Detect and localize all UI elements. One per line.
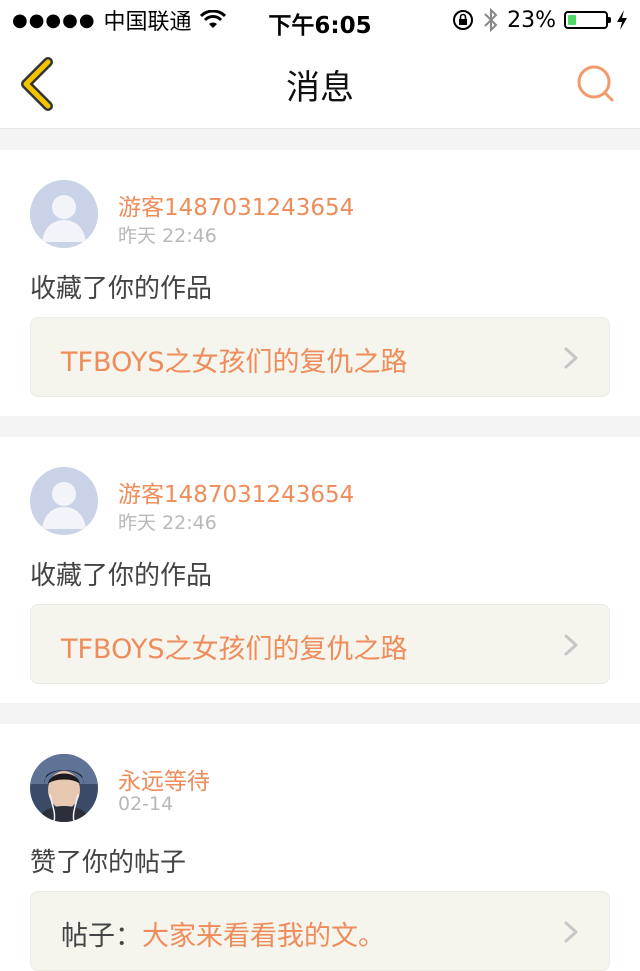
referenced-work-link[interactable]: TFBOYS之女孩们的复仇之路 — [30, 604, 610, 684]
username[interactable]: 游客1487031243654 — [118, 475, 354, 509]
section-divider — [0, 703, 640, 724]
charging-bolt-icon — [617, 10, 627, 30]
action-text: 收藏了你的作品 — [30, 561, 213, 591]
avatar[interactable] — [30, 754, 98, 822]
message-time: 02-14 — [118, 793, 174, 815]
username[interactable]: 游客1487031243654 — [118, 188, 354, 222]
referenced-post-link[interactable]: 帖子：大家来看看我的文。 — [30, 891, 610, 971]
avatar[interactable] — [30, 180, 98, 248]
message-card[interactable]: 游客1487031243654 昨天 22:46 收藏了你的作品 TFBOYS之… — [0, 150, 640, 416]
battery-level — [568, 15, 576, 25]
bluetooth-icon — [484, 7, 498, 33]
search-button[interactable] — [574, 62, 618, 106]
section-divider — [0, 416, 640, 437]
page-title: 消息 — [286, 68, 354, 108]
default-avatar-icon — [30, 467, 98, 535]
referenced-work-link[interactable]: TFBOYS之女孩们的复仇之路 — [30, 317, 610, 397]
rotation-lock-icon — [453, 10, 474, 30]
message-card[interactable]: 游客1487031243654 昨天 22:46 收藏了你的作品 TFBOYS之… — [0, 437, 640, 703]
status-bar: ●●●●● 中国联通 下午6:05 23% — [0, 0, 640, 40]
avatar[interactable] — [30, 467, 98, 535]
referenced-post: 帖子：大家来看看我的文。 — [61, 914, 385, 953]
battery-percent: 23% — [507, 7, 556, 33]
chevron-right-icon — [564, 347, 578, 369]
action-text: 赞了你的帖子 — [30, 848, 187, 878]
nav-bar: 消息 — [0, 40, 640, 129]
referenced-post-title: 大家来看看我的文。 — [142, 921, 385, 952]
message-time: 昨天 22:46 — [118, 225, 217, 247]
search-icon — [577, 65, 614, 102]
username[interactable]: 永远等待 — [118, 762, 210, 796]
section-divider — [0, 129, 640, 150]
user-photo-avatar — [30, 754, 98, 822]
action-text: 收藏了你的作品 — [30, 274, 213, 304]
referenced-work-title: TFBOYS之女孩们的复仇之路 — [61, 634, 408, 665]
battery-icon — [564, 11, 611, 29]
referenced-work-title: TFBOYS之女孩们的复仇之路 — [61, 347, 408, 378]
message-time: 昨天 22:46 — [118, 512, 217, 534]
default-avatar-icon — [30, 180, 98, 248]
chevron-right-icon — [564, 921, 578, 943]
message-card[interactable]: 永远等待 02-14 赞了你的帖子 帖子：大家来看看我的文。 — [0, 724, 640, 971]
chevron-right-icon — [564, 634, 578, 656]
post-prefix-label: 帖子： — [61, 921, 142, 952]
